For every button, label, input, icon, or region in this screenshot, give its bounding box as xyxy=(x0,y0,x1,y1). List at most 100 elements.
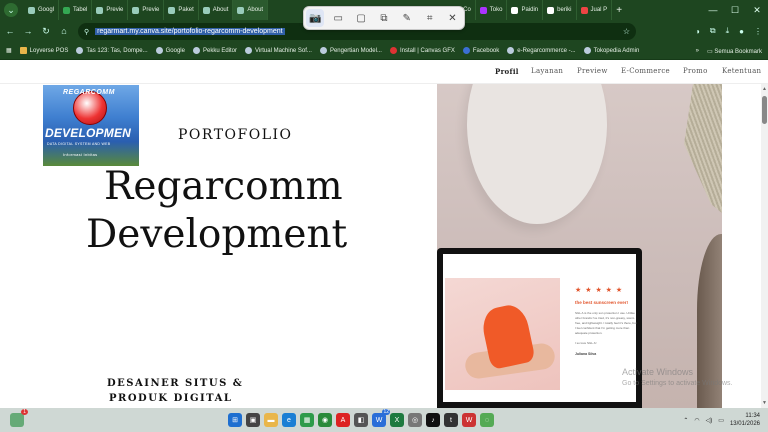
web-page: Profil Layanan Preview E-Commerce Promo … xyxy=(0,60,768,408)
folder-icon xyxy=(19,47,27,54)
bookmark-item[interactable]: Loyverse POS xyxy=(19,47,68,54)
bookmark-item[interactable]: Tas 123: Tas, Dompe... xyxy=(76,47,148,54)
browser-tab[interactable]: Tabel xyxy=(59,0,93,20)
testimonial-headline: the best sunscreen ever! xyxy=(575,300,629,305)
page-scrollbar[interactable]: ▲ ▼ xyxy=(761,84,768,408)
volume-icon[interactable]: ◁) xyxy=(706,417,713,424)
battery-icon[interactable]: ▭ xyxy=(718,417,724,424)
excel-icon[interactable]: X xyxy=(390,413,404,427)
hero-title-line1: Regarcomm xyxy=(104,164,343,209)
bookmark-item[interactable]: Tokopedia Admin xyxy=(583,47,639,54)
nav-layanan[interactable]: Layanan xyxy=(531,67,563,75)
activate-windows-title: Activate Windows xyxy=(622,367,694,377)
bookmark-item[interactable]: e-Regarcommerce -... xyxy=(507,47,576,54)
menu-icon[interactable]: ⋮ xyxy=(754,27,762,36)
browser-tab[interactable]: Toko xyxy=(476,0,508,20)
globe-icon xyxy=(192,47,200,54)
browser-tab[interactable]: Jual P xyxy=(577,0,613,20)
start-icon[interactable]: ⊞ xyxy=(228,413,242,427)
browser-tab[interactable]: beriki xyxy=(543,0,577,20)
rectangle-mode-icon[interactable]: ▢ xyxy=(352,9,370,27)
word-icon[interactable]: W 12 xyxy=(372,409,390,427)
camera-icon[interactable]: 📷 xyxy=(306,9,325,27)
bookmarks-overflow-button[interactable]: » xyxy=(696,48,699,54)
shop-icon xyxy=(580,6,588,14)
browser-tab[interactable]: Previe xyxy=(92,0,129,20)
close-icon[interactable]: ✕ xyxy=(443,9,461,27)
all-bookmarks-button[interactable]: ▭ Semua Bookmark xyxy=(707,48,762,55)
scroll-thumb[interactable] xyxy=(762,96,767,124)
globe-icon xyxy=(245,47,253,54)
clock[interactable]: 11:34 13/01/2026 xyxy=(730,412,760,428)
video-icon[interactable]: ▭ xyxy=(329,9,347,27)
weather-icon[interactable]: 1 xyxy=(10,409,28,427)
site-info-icon[interactable]: ⚲ xyxy=(84,28,89,36)
app-icon[interactable]: ◧ xyxy=(354,413,368,427)
bookmark-item[interactable]: Pekku Editor xyxy=(192,47,237,54)
toolbar-actions: ◑ ⧉ ⤓ ● ⋮ xyxy=(695,20,762,42)
tagline-line1: DESAINER SITUS & xyxy=(107,378,244,389)
bookmark-item[interactable]: Virtual Machine Sof... xyxy=(245,47,312,54)
back-icon[interactable]: ← xyxy=(2,26,18,36)
reload-icon[interactable]: ↻ xyxy=(38,26,54,37)
copy-icon[interactable]: ⧉ xyxy=(375,9,393,27)
tiktok-icon[interactable]: ♪ xyxy=(426,413,440,427)
window-controls: — ☐ ✕ xyxy=(702,0,768,20)
app-red-icon[interactable]: W xyxy=(462,413,476,427)
nav-preview[interactable]: Preview xyxy=(577,67,608,75)
download-icon[interactable]: ⤓ xyxy=(726,26,730,36)
browser-tab-active[interactable]: About xyxy=(233,0,269,20)
store-icon[interactable]: ▦ xyxy=(300,413,314,427)
edge-icon[interactable]: e xyxy=(282,413,296,427)
bookmark-item[interactable]: Facebook xyxy=(462,47,499,54)
profile-avatar[interactable]: ● xyxy=(739,27,744,36)
clock-time: 11:34 xyxy=(745,413,760,419)
tab-search-icon[interactable]: ⌄ xyxy=(4,3,18,17)
minimize-icon[interactable]: — xyxy=(702,0,724,20)
bookmark-item[interactable]: Pengertian Model... xyxy=(319,47,382,54)
browser-tab[interactable]: Googl xyxy=(24,0,60,20)
browser-tab[interactable]: Previe xyxy=(128,0,165,20)
sheets-icon xyxy=(63,6,71,14)
extension-icon[interactable]: ◑ xyxy=(695,27,700,36)
scroll-up-icon[interactable]: ▲ xyxy=(762,86,767,92)
tray-chevron-icon[interactable]: ⌃ xyxy=(683,417,688,424)
text-detect-icon[interactable]: ⌗ xyxy=(421,9,439,27)
forward-icon[interactable]: → xyxy=(20,26,36,36)
home-icon[interactable]: ⌂ xyxy=(56,26,72,36)
section-label: PORTOFOLIO xyxy=(178,127,293,143)
app-t-icon[interactable]: t xyxy=(444,413,458,427)
round-mirror xyxy=(467,84,607,224)
acrobat-icon[interactable]: A xyxy=(336,413,350,427)
whatsapp-icon[interactable]: ◌ xyxy=(480,413,494,427)
bookmarks-right: » ▭ Semua Bookmark xyxy=(696,42,762,60)
close-icon[interactable]: ✕ xyxy=(746,0,768,20)
apps-icon[interactable]: ▦ xyxy=(6,47,12,54)
scroll-down-icon[interactable]: ▼ xyxy=(762,400,767,406)
facebook-icon xyxy=(462,47,470,54)
chrome-icon[interactable]: ◉ xyxy=(318,413,332,427)
browser-tab[interactable]: Paket xyxy=(164,0,199,20)
url-text[interactable]: regarmart.my.canva.site/portofolio-regar… xyxy=(95,28,285,35)
new-tab-button[interactable]: + xyxy=(612,0,626,20)
nav-promo[interactable]: Promo xyxy=(683,67,708,75)
task-view-icon[interactable]: ▣ xyxy=(246,413,260,427)
pen-icon[interactable]: ✎ xyxy=(398,9,416,27)
laptop-mockup: ★ ★ ★ ★ ★ the best sunscreen ever! SGL A… xyxy=(437,248,642,408)
media-icon[interactable]: ◎ xyxy=(408,413,422,427)
globe-icon xyxy=(237,6,245,14)
bookmark-item[interactable]: Install | Canvas GFX xyxy=(389,47,455,54)
logo-main-text: DEVELOPMEN xyxy=(45,126,132,140)
maximize-icon[interactable]: ☐ xyxy=(724,0,746,20)
bookmark-star-icon[interactable]: ☆ xyxy=(623,27,630,36)
file-explorer-icon[interactable]: ▬ xyxy=(264,413,278,427)
wifi-icon[interactable]: ◠ xyxy=(694,417,699,424)
nav-ecommerce[interactable]: E-Commerce xyxy=(621,67,670,75)
google-icon xyxy=(155,47,163,54)
browser-tab[interactable]: About xyxy=(199,0,234,20)
bookmark-item[interactable]: Google xyxy=(155,47,185,54)
browser-tab[interactable]: Paidin xyxy=(507,0,544,20)
extensions-icon[interactable]: ⧉ xyxy=(710,26,716,36)
nav-profil[interactable]: Profil xyxy=(495,67,519,76)
nav-ketentuan[interactable]: Ketentuan xyxy=(722,67,761,75)
